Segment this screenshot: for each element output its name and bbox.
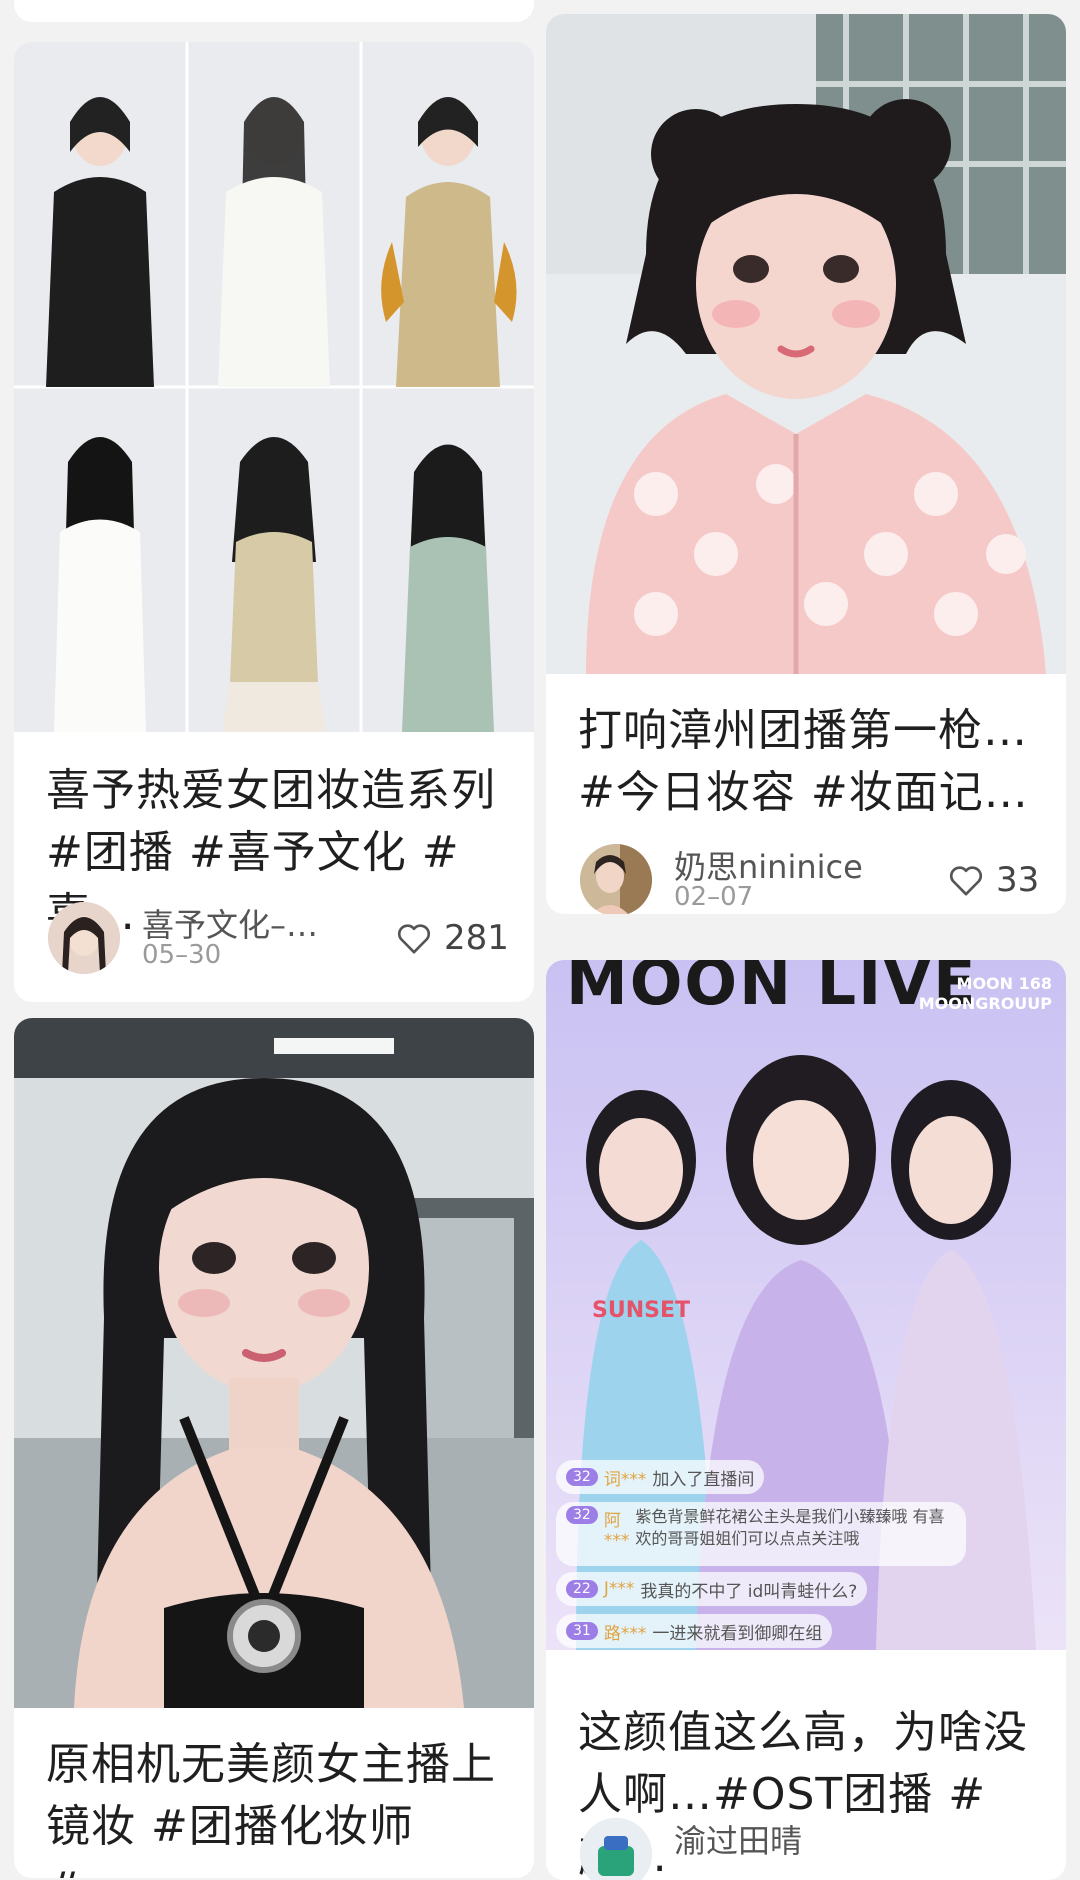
- card-4-author-name[interactable]: 渝过田晴: [674, 1816, 802, 1862]
- feed-card-4[interactable]: MOON LIVE MOON 168 MOONGROUUP SUNSET 32 …: [546, 960, 1066, 1880]
- card-1-image[interactable]: [14, 42, 534, 732]
- card-3-title[interactable]: 原相机无美颜女主播上 镜妆 #团播化妆师 #…: [46, 1734, 506, 1878]
- card-1-author-avatar[interactable]: [48, 902, 120, 974]
- card-2-like-count: 33: [996, 860, 1040, 900]
- card-2-photo: [546, 14, 1066, 674]
- heart-icon: [949, 866, 983, 896]
- chat-3-text: 我真的不中了 id叫青蛙什么?: [640, 1581, 858, 1602]
- brand-line-2: MOONGROUUP: [918, 994, 1052, 1013]
- shirt-text: SUNSET: [592, 1298, 691, 1323]
- chat-line-4: 31 路*** 一进来就看到御卿在组: [556, 1614, 833, 1648]
- chat-4-text: 一进来就看到御卿在组: [652, 1623, 823, 1644]
- card-1-photo-grid: [14, 42, 534, 732]
- card-1-date: 05–30: [142, 940, 222, 970]
- card-2-title[interactable]: 打响漳州团播第一枪… #今日妆容 #妆面记…: [578, 700, 1038, 824]
- card-remnant: [14, 0, 534, 22]
- chat-4-level: 31: [566, 1622, 598, 1640]
- card-3-image[interactable]: [14, 1018, 534, 1708]
- card-2-image[interactable]: [546, 14, 1066, 674]
- heart-icon: [397, 924, 431, 954]
- chat-1-text: 加入了直播间: [652, 1469, 755, 1490]
- card-3-photo: [14, 1018, 534, 1708]
- brand-line-1: MOON 168: [956, 974, 1052, 993]
- chat-2-user: 阿***: [603, 1511, 630, 1551]
- live-banner: MOON LIVE: [566, 960, 978, 1019]
- feed-card-3[interactable]: 原相机无美颜女主播上 镜妆 #团播化妆师 #…: [14, 1018, 534, 1878]
- card-1-like-button[interactable]: 281: [394, 918, 509, 958]
- chat-3-level: 22: [566, 1580, 598, 1598]
- chat-4-user: 路***: [603, 1623, 647, 1644]
- card-1-like-count: 281: [444, 918, 509, 958]
- chat-line-2: 32 阿*** 紫色背景鲜花裙公主头是我们小臻臻哦 有喜欢的哥哥姐姐们可以点点关…: [556, 1502, 966, 1566]
- chat-3-user: J***: [603, 1579, 635, 1599]
- card-4-author-avatar[interactable]: [580, 1818, 652, 1880]
- card-2-date: 02–07: [674, 882, 754, 912]
- chat-line-1: 32 词*** 加入了直播间: [556, 1460, 765, 1494]
- chat-1-level: 32: [566, 1468, 598, 1486]
- chat-1-user: 词***: [603, 1469, 647, 1490]
- feed-card-2[interactable]: 打响漳州团播第一枪… #今日妆容 #妆面记… 奶思nininice 02–07 …: [546, 14, 1066, 914]
- chat-line-3: 22 J*** 我真的不中了 id叫青蛙什么?: [556, 1572, 868, 1606]
- chat-2-text: 紫色背景鲜花裙公主头是我们小臻臻哦 有喜欢的哥哥姐姐们可以点点关注哦: [635, 1507, 945, 1548]
- card-2-like-button[interactable]: 33: [946, 860, 1039, 900]
- feed-card-1[interactable]: 喜予热爱女团妆造系列 #团播 #喜予文化 #喜… 喜予文化–… 05–30 28…: [14, 42, 534, 1002]
- card-2-author-avatar[interactable]: [580, 844, 652, 914]
- chat-2-level: 32: [566, 1506, 598, 1524]
